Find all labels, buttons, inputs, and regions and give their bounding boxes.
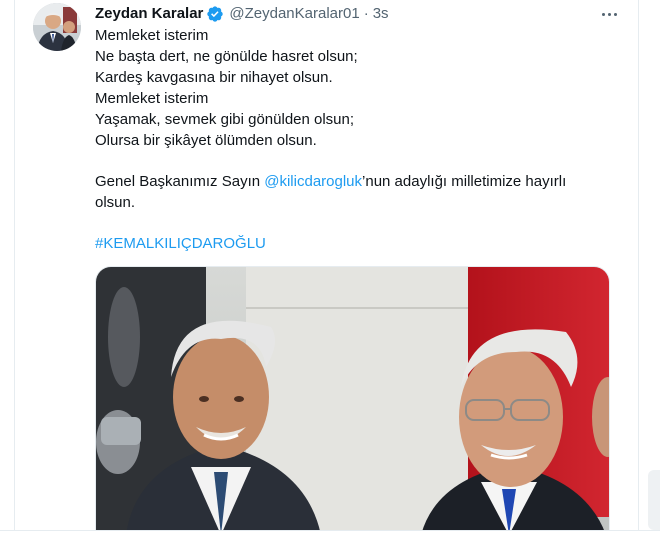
more-dot <box>613 12 617 16</box>
hashtag-link[interactable]: #KEMALKILIÇDAROĞLU <box>95 235 266 252</box>
more-dot <box>601 12 605 16</box>
hashtag-line: #KEMALKILIÇDAROĞLU <box>95 233 615 254</box>
tweet-text: Memleket isterim Ne başta dert, ne gönül… <box>95 25 615 254</box>
timeline-border-left <box>14 0 15 530</box>
author-avatar[interactable] <box>33 3 81 51</box>
tweet-bottom-border <box>0 530 660 536</box>
tweet-card: Zeydan Karalar @ZeydanKaralar01 · 3s Mem… <box>0 0 660 536</box>
closing-suffix: ’nun adaylığı milletimize hayırlı <box>362 173 567 190</box>
tweet-photo[interactable] <box>95 266 610 534</box>
poem-line: Kardeş kavgasına bir nihayet olsun. <box>95 69 333 86</box>
dot-separator: · <box>363 5 369 22</box>
author-name[interactable]: Zeydan Karalar <box>95 4 203 24</box>
closing-prefix: Genel Başkanımız Sayın <box>95 173 265 190</box>
poem-line: Memleket isterim <box>95 90 209 107</box>
closing-line-2: olsun. <box>95 194 136 211</box>
poem-line: Memleket isterim <box>95 27 209 44</box>
tweet-header: Zeydan Karalar @ZeydanKaralar01 · 3s <box>95 4 389 24</box>
more-dot <box>607 12 611 16</box>
more-options-icon[interactable] <box>597 2 621 26</box>
poem-line: Olursa bir şikâyet ölümden olsun. <box>95 132 317 149</box>
scrollbar[interactable] <box>648 470 660 530</box>
closing-line: Genel Başkanımız Sayın @kilicdarogluk’nu… <box>95 171 615 192</box>
verified-badge-icon <box>206 5 224 23</box>
tweet-timestamp[interactable]: 3s <box>373 4 389 24</box>
mention-link[interactable]: @kilicdarogluk <box>264 173 362 190</box>
poem-line: Ne başta dert, ne gönülde hasret olsun; <box>95 48 358 65</box>
timeline-border-right <box>638 0 639 530</box>
poem-line: Yaşamak, sevmek gibi gönülden olsun; <box>95 111 355 128</box>
author-handle[interactable]: @ZeydanKaralar01 <box>229 4 359 24</box>
